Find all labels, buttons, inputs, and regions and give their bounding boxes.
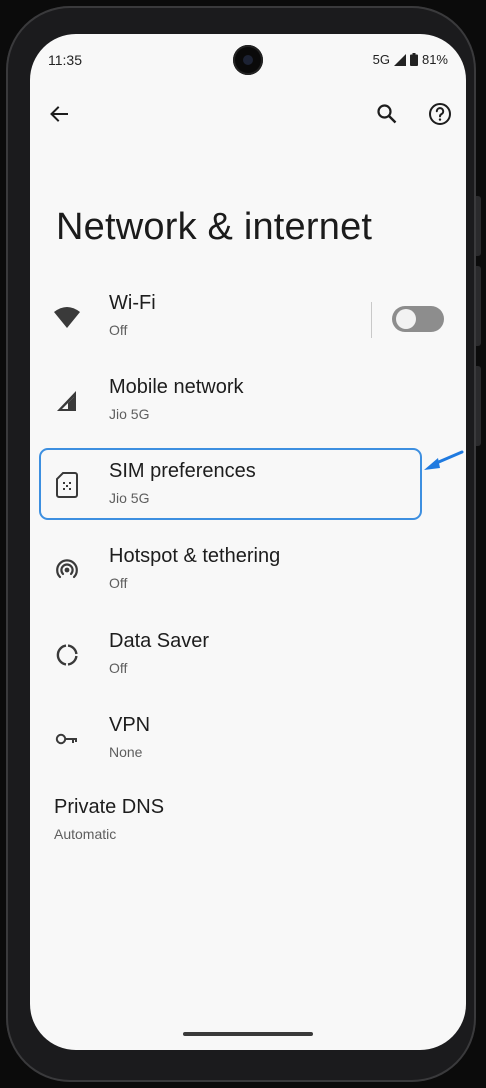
page-title: Network & internet	[56, 206, 373, 248]
data-saver-icon	[56, 644, 78, 666]
wifi-toggle[interactable]	[392, 306, 444, 332]
private-dns-title: Private DNS	[54, 796, 165, 818]
wifi-subtitle: Off	[109, 322, 128, 338]
app-bar	[30, 96, 466, 140]
signal-icon	[57, 391, 76, 411]
phone-frame: 11:35 5G 81% Network & internet Wi-Fi Of…	[6, 6, 481, 1082]
sim-preferences-title: SIM preferences	[109, 460, 256, 482]
status-time: 11:35	[48, 52, 82, 68]
vpn-subtitle: None	[109, 744, 143, 760]
front-camera	[233, 45, 263, 75]
search-button[interactable]	[369, 96, 405, 132]
wifi-icon	[54, 307, 80, 328]
status-bar: 11:35 5G 81%	[30, 34, 466, 84]
volume-up-button	[476, 196, 481, 256]
annotation-arrow-icon	[424, 450, 464, 470]
hotspot-title: Hotspot & tethering	[109, 545, 281, 567]
screen: 11:35 5G 81% Network & internet Wi-Fi Of…	[30, 34, 466, 1050]
hotspot-subtitle: Off	[109, 575, 128, 591]
back-button[interactable]	[41, 96, 77, 132]
volume-down-button	[476, 266, 481, 346]
battery-icon	[409, 53, 418, 66]
mobile-network-item[interactable]: Mobile network Jio 5G	[30, 364, 466, 444]
mobile-network-subtitle: Jio 5G	[109, 406, 150, 422]
vpn-item[interactable]: VPN None	[30, 702, 466, 782]
vpn-title: VPN	[109, 714, 151, 736]
power-button	[476, 366, 481, 446]
hotspot-item[interactable]: Hotspot & tethering Off	[30, 533, 466, 613]
data-saver-item[interactable]: Data Saver Off	[30, 618, 466, 698]
battery-percent: 81%	[421, 52, 448, 67]
data-saver-subtitle: Off	[109, 660, 128, 676]
private-dns-item[interactable]: Private DNS Automatic	[30, 784, 466, 864]
wifi-title: Wi-Fi	[109, 292, 156, 314]
hotspot-icon	[56, 559, 78, 579]
data-saver-title: Data Saver	[109, 630, 210, 652]
signal-strength-icon	[393, 53, 406, 66]
back-arrow-icon	[50, 106, 68, 122]
mobile-network-title: Mobile network	[109, 376, 244, 398]
toggle-knob	[396, 309, 416, 329]
help-icon	[429, 103, 451, 125]
wifi-divider	[371, 302, 372, 338]
sim-preferences-subtitle: Jio 5G	[109, 490, 150, 506]
sim-preferences-item[interactable]: SIM preferences Jio 5G	[30, 448, 466, 528]
gesture-nav-handle[interactable]	[183, 1032, 313, 1036]
network-type: 5G	[372, 52, 390, 67]
status-icons: 5G 81%	[373, 52, 448, 67]
private-dns-subtitle: Automatic	[54, 826, 117, 842]
search-icon	[377, 104, 397, 124]
sim-card-icon	[56, 472, 78, 498]
vpn-key-icon	[55, 733, 77, 745]
help-button[interactable]	[422, 96, 458, 132]
